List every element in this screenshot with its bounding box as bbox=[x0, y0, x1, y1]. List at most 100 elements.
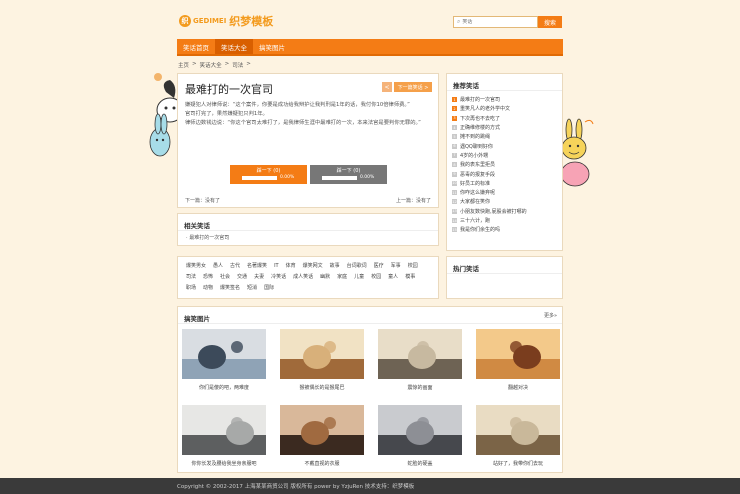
tag-link[interactable]: 爆笑男女 bbox=[186, 263, 206, 269]
tag-link[interactable]: 愚人 bbox=[213, 263, 223, 269]
nav-item-pictures[interactable]: 搞笑图片 bbox=[253, 39, 291, 54]
divider bbox=[447, 90, 562, 91]
next-article-link[interactable]: 上一篇：没有了 bbox=[396, 197, 431, 204]
picture-thumbnail[interactable] bbox=[182, 329, 266, 379]
breadcrumb-category[interactable]: 司法 bbox=[232, 61, 243, 69]
tag-link[interactable]: 社会 bbox=[220, 274, 230, 280]
tag-link[interactable]: 动物 bbox=[203, 285, 213, 291]
recommended-item[interactable]: 11 你咋这么嫌弃呢 bbox=[452, 188, 560, 197]
recommended-item[interactable]: 1 最难打的一次官司 bbox=[452, 95, 560, 104]
tag-link[interactable]: 交通 bbox=[237, 274, 247, 280]
recommended-item[interactable]: 5 摊不到的跳绳 bbox=[452, 132, 560, 141]
tag-link[interactable]: 军事 bbox=[391, 263, 401, 269]
picture-item[interactable]: 不戴直视的衣服 bbox=[280, 405, 364, 467]
picture-item[interactable]: 震惊的画面 bbox=[378, 329, 462, 391]
search-input[interactable] bbox=[462, 19, 533, 25]
picture-caption[interactable]: 蛇脸的硬盖 bbox=[378, 460, 462, 467]
picture-item[interactable]: 翻越对决 bbox=[476, 329, 560, 391]
picture-thumbnail[interactable] bbox=[476, 405, 560, 455]
site-logo[interactable]: 织 GEDIMEI 织梦模板 bbox=[179, 13, 273, 29]
picture-caption[interactable]: 猴被偶长的是猴尾巴 bbox=[280, 384, 364, 391]
related-item[interactable]: · 最难打的一次官司 bbox=[186, 234, 229, 241]
picture-item[interactable]: 你们是傻的吧，两难度 bbox=[182, 329, 266, 391]
prev-article-link[interactable]: 下一篇：没有了 bbox=[185, 197, 220, 204]
more-pictures-link[interactable]: 更多» bbox=[544, 312, 557, 319]
tag-link[interactable]: 夫妻 bbox=[254, 274, 264, 280]
recommended-item[interactable]: 2 重笑凡人的老外学中文 bbox=[452, 104, 560, 113]
tag-link[interactable]: 台词歌词 bbox=[347, 263, 367, 269]
tag-link[interactable]: 模事 bbox=[405, 274, 415, 280]
rank-badge: 12 bbox=[452, 199, 457, 205]
recommended-item[interactable]: 3 下次再也不去吃了 bbox=[452, 114, 560, 123]
picture-item[interactable]: 猴被偶长的是猴尾巴 bbox=[280, 329, 364, 391]
picture-caption[interactable]: 站好了，我带你们去玩 bbox=[476, 460, 560, 467]
picture-caption[interactable]: 你你长发及腰给我坐身亲服吧 bbox=[182, 460, 266, 467]
tag-link[interactable]: 校园 bbox=[408, 263, 418, 269]
tag-link[interactable]: 短消 bbox=[247, 285, 257, 291]
tag-link[interactable]: 家庭 bbox=[337, 274, 347, 280]
recommended-item[interactable]: 12 大家都在笑你 bbox=[452, 197, 560, 206]
picture-thumbnail[interactable] bbox=[476, 329, 560, 379]
tag-link[interactable]: 童人 bbox=[388, 274, 398, 280]
logo-chinese: 织梦模板 bbox=[229, 15, 274, 28]
breadcrumb-home[interactable]: 主页 bbox=[178, 61, 189, 69]
tag-link[interactable]: 国际 bbox=[264, 285, 274, 291]
tag-link[interactable]: 医疗 bbox=[374, 263, 384, 269]
picture-thumbnail[interactable] bbox=[280, 329, 364, 379]
divider bbox=[178, 230, 438, 231]
recommended-item[interactable]: 9 恶毒的报复手段 bbox=[452, 169, 560, 178]
recommended-item-label: 4岁的小外甥 bbox=[460, 152, 489, 159]
recommended-item[interactable]: 8 我的表东里拒员 bbox=[452, 160, 560, 169]
picture-item[interactable]: 你你长发及腰给我坐身亲服吧 bbox=[182, 405, 266, 467]
next-article-button[interactable]: 下一篇笑话 > bbox=[394, 82, 432, 92]
rank-badge: 10 bbox=[452, 180, 457, 186]
vote-up-percent: 0.00% bbox=[280, 175, 295, 180]
picture-item[interactable]: 蛇脸的硬盖 bbox=[378, 405, 462, 467]
prev-article-button[interactable]: < bbox=[382, 82, 392, 92]
pictures-title: 搞笑图片 bbox=[184, 315, 210, 323]
recommended-item[interactable]: 15 我是你们余生的吗 bbox=[452, 225, 560, 234]
picture-caption[interactable]: 翻越对决 bbox=[476, 384, 560, 391]
search-box[interactable]: ⌕ bbox=[453, 16, 538, 28]
picture-caption[interactable]: 你们是傻的吧，两难度 bbox=[182, 384, 266, 391]
recommended-item[interactable]: 14 三十六计，跑 bbox=[452, 216, 560, 225]
tag-link[interactable]: 冷笑话 bbox=[271, 274, 286, 280]
picture-item[interactable]: 站好了，我带你们去玩 bbox=[476, 405, 560, 467]
recommended-item[interactable]: 7 4岁的小外甥 bbox=[452, 151, 560, 160]
recommended-item[interactable]: 13 小朋友数快跑,屁股会被打哪的 bbox=[452, 207, 560, 216]
tag-link[interactable]: 儿童 bbox=[354, 274, 364, 280]
tag-link[interactable]: 爆笑签名 bbox=[220, 285, 240, 291]
breadcrumb: 主页 > 笑话大全 > 司法 > bbox=[178, 61, 251, 69]
picture-thumbnail[interactable] bbox=[378, 405, 462, 455]
nav-item-home[interactable]: 笑话首页 bbox=[177, 39, 215, 54]
tag-link[interactable]: 爆笑网文 bbox=[303, 263, 323, 269]
vote-down-button[interactable]: 踩一下 (0) 0.00% bbox=[310, 165, 387, 184]
tag-link[interactable]: 成人笑话 bbox=[293, 274, 313, 280]
picture-caption[interactable]: 震惊的画面 bbox=[378, 384, 462, 391]
tag-link[interactable]: 体育 bbox=[286, 263, 296, 269]
vote-up-button[interactable]: 踩一下 (0) 0.00% bbox=[230, 165, 307, 184]
tag-link[interactable]: 职场 bbox=[186, 285, 196, 291]
breadcrumb-jokes[interactable]: 笑话大全 bbox=[200, 61, 222, 69]
recommended-item-label: 重笑凡人的老外学中文 bbox=[460, 106, 511, 113]
picture-caption[interactable]: 不戴直视的衣服 bbox=[280, 460, 364, 467]
tag-link[interactable]: 名著爆笑 bbox=[247, 263, 267, 269]
search-button[interactable]: 搜索 bbox=[538, 16, 562, 28]
recommended-item[interactable]: 4 正确维修楼的方式 bbox=[452, 123, 560, 132]
tag-link[interactable]: IT bbox=[274, 263, 279, 269]
recommended-item[interactable]: 6 遇QQ聊到好你 bbox=[452, 141, 560, 150]
tag-link[interactable]: 恐怖 bbox=[203, 274, 213, 280]
tag-link[interactable]: 幽默 bbox=[320, 274, 330, 280]
article-paragraph: 嫌疑犯人对律师说：“这个案件，你要是成功给我辩护让我判刑是1年的话，我付你10倍… bbox=[185, 102, 410, 108]
tag-link[interactable]: 司法 bbox=[186, 274, 196, 280]
tag-link[interactable]: 古代 bbox=[230, 263, 240, 269]
picture-thumbnail[interactable] bbox=[378, 329, 462, 379]
nav-item-jokes[interactable]: 笑话大全 bbox=[215, 39, 253, 54]
recommended-item[interactable]: 10 好员工的标准 bbox=[452, 179, 560, 188]
picture-thumbnail[interactable] bbox=[280, 405, 364, 455]
rank-badge: 7 bbox=[452, 152, 457, 158]
picture-thumbnail[interactable] bbox=[182, 405, 266, 455]
tag-link[interactable]: 故事 bbox=[330, 263, 340, 269]
related-jokes-box: 相关笑话 · 最难打的一次官司 bbox=[177, 213, 439, 246]
tag-link[interactable]: 校园 bbox=[371, 274, 381, 280]
